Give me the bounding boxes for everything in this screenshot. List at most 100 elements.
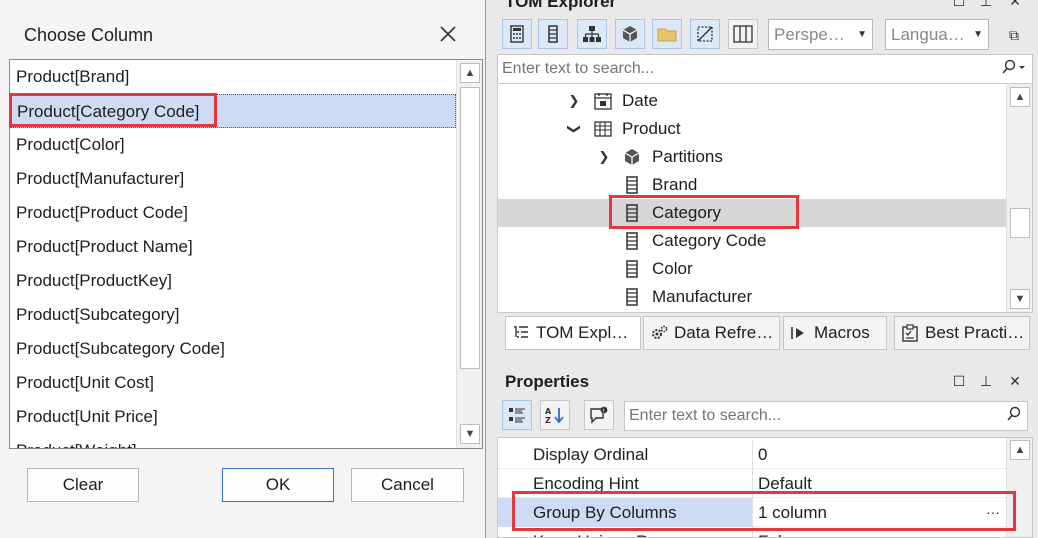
- list-item[interactable]: Product[Weight]: [10, 434, 456, 448]
- properties-search-input[interactable]: [624, 401, 1028, 431]
- hierarchy-icon[interactable]: [577, 19, 607, 49]
- scrollbar-thumb[interactable]: [1010, 208, 1030, 238]
- column-icon: [626, 260, 638, 278]
- column-icon: [626, 232, 638, 250]
- language-dropdown[interactable]: Langua… ▼: [885, 19, 989, 50]
- list-item[interactable]: Product[Unit Price]: [10, 400, 456, 434]
- column-divider: [752, 440, 753, 469]
- tree-scrollbar[interactable]: ▲ ▼: [1006, 84, 1032, 312]
- ellipsis-button[interactable]: ···: [986, 498, 1000, 527]
- tree-node-label: Partitions: [652, 147, 723, 166]
- list-item[interactable]: Product[Subcategory Code]: [10, 332, 456, 366]
- maximize-icon[interactable]: ☐: [950, 372, 968, 390]
- expand-chevron-icon[interactable]: ❯: [567, 87, 581, 115]
- tom-search-input[interactable]: [497, 54, 1033, 84]
- scroll-up-arrow-icon[interactable]: ▲: [1010, 87, 1030, 107]
- description-icon[interactable]: i: [584, 400, 614, 430]
- pin-icon[interactable]: ⊥: [977, 0, 995, 10]
- calendar-table-icon: [594, 93, 612, 110]
- tab-tom-explorer[interactable]: TOM Expl…: [505, 316, 641, 350]
- cancel-button[interactable]: Cancel: [351, 468, 464, 502]
- tab-macros[interactable]: Macros: [783, 316, 887, 350]
- tree-node-product[interactable]: ❯ Product: [498, 115, 1006, 143]
- column-list-scrollbar[interactable]: ▲ ▼: [456, 60, 482, 448]
- ok-button[interactable]: OK: [222, 468, 334, 502]
- property-value[interactable]: 1 column: [758, 498, 827, 527]
- svg-text:Z: Z: [545, 416, 551, 424]
- property-value[interactable]: 0: [758, 440, 767, 469]
- clipboard-icon: [902, 324, 918, 342]
- tree-node-partitions[interactable]: ❯ Partitions: [498, 143, 1006, 171]
- property-row-keep-unique-rows[interactable]: Keep Unique Rows False: [498, 527, 1006, 537]
- properties-grid[interactable]: Display Ordinal 0 Encoding Hint Default …: [497, 437, 1033, 538]
- column-divider: [752, 527, 753, 537]
- expand-chevron-icon[interactable]: ❯: [597, 143, 611, 171]
- tom-explorer-title: TOM Explorer: [505, 0, 617, 11]
- tree-node-category[interactable]: Category: [498, 199, 1006, 227]
- property-row-group-by-columns[interactable]: Group By Columns 1 column ···: [498, 498, 1006, 527]
- window-pages-icon[interactable]: ⧉: [1005, 26, 1023, 44]
- properties-scrollbar[interactable]: ▲: [1006, 438, 1032, 537]
- choose-column-dialog: Choose Column Product[Brand] Product[Cat…: [0, 0, 486, 538]
- list-item[interactable]: Product[Unit Cost]: [10, 366, 456, 400]
- property-value[interactable]: False: [758, 527, 800, 537]
- list-item[interactable]: Product[Manufacturer]: [10, 162, 456, 196]
- tom-search-field[interactable]: [502, 55, 1032, 83]
- table-icon: [594, 121, 612, 137]
- close-icon[interactable]: [436, 22, 460, 46]
- tree-node-date[interactable]: ❯ Date: [498, 87, 1006, 115]
- hidden-objects-icon[interactable]: [690, 19, 720, 49]
- categorized-view-icon[interactable]: [502, 400, 532, 430]
- property-name: Keep Unique Rows: [533, 527, 679, 537]
- dropdown-arrow-icon: ▼: [973, 29, 983, 40]
- tom-tree[interactable]: ❯ Date ❯ Product ❯ Partitions Brand Cate…: [497, 83, 1033, 313]
- columns-layout-icon[interactable]: [728, 19, 758, 49]
- scroll-up-arrow-icon[interactable]: ▲: [1010, 440, 1030, 460]
- collapse-chevron-icon[interactable]: ❯: [560, 122, 588, 136]
- column-divider: [752, 469, 753, 498]
- list-item-selected[interactable]: Product[Category Code]: [10, 94, 456, 128]
- properties-title: Properties: [505, 372, 590, 391]
- pin-icon[interactable]: ⊥: [977, 372, 995, 390]
- list-item[interactable]: Product[Product Code]: [10, 196, 456, 230]
- scroll-down-arrow-icon[interactable]: ▼: [460, 424, 480, 444]
- cube-icon[interactable]: [615, 19, 645, 49]
- scroll-down-arrow-icon[interactable]: ▼: [1010, 289, 1030, 309]
- list-item[interactable]: Product[Brand]: [10, 60, 456, 94]
- list-item[interactable]: Product[ProductKey]: [10, 264, 456, 298]
- column-icon[interactable]: [538, 19, 568, 49]
- column-icon: [626, 176, 638, 194]
- list-item[interactable]: Product[Color]: [10, 128, 456, 162]
- partitions-cube-icon: [624, 149, 640, 165]
- scrollbar-thumb[interactable]: [460, 87, 480, 369]
- maximize-icon[interactable]: ☐: [950, 0, 968, 10]
- tab-label: Macros: [814, 323, 870, 342]
- close-pane-icon[interactable]: ✕: [1006, 372, 1024, 390]
- tree-node-color[interactable]: Color: [498, 255, 1006, 283]
- folder-icon[interactable]: [652, 19, 682, 49]
- tab-data-refresh[interactable]: Data Refre…: [643, 316, 780, 350]
- search-icon[interactable]: [1005, 406, 1023, 434]
- tab-label: TOM Expl…: [536, 323, 629, 342]
- clear-button[interactable]: Clear: [27, 468, 139, 502]
- column-list[interactable]: Product[Brand] Product[Category Code] Pr…: [9, 59, 483, 449]
- tree-icon: [514, 326, 528, 338]
- sort-az-icon[interactable]: AZ: [540, 400, 570, 430]
- property-row-encoding-hint[interactable]: Encoding Hint Default: [498, 469, 1006, 498]
- tree-node-brand[interactable]: Brand: [498, 171, 1006, 199]
- list-item[interactable]: Product[Product Name]: [10, 230, 456, 264]
- macro-play-icon: [791, 327, 804, 339]
- list-item[interactable]: Product[Subcategory]: [10, 298, 456, 332]
- calculator-icon[interactable]: [502, 19, 532, 49]
- tree-node-label: Color: [652, 259, 693, 278]
- property-row-display-ordinal[interactable]: Display Ordinal 0: [498, 440, 1006, 469]
- property-value[interactable]: Default: [758, 469, 812, 498]
- properties-search-field[interactable]: [629, 402, 1027, 430]
- scroll-up-arrow-icon[interactable]: ▲: [460, 63, 480, 83]
- perspective-dropdown[interactable]: Perspe… ▼: [768, 19, 873, 50]
- tab-best-practices[interactable]: Best Practi…: [894, 316, 1030, 350]
- tree-node-manufacturer[interactable]: Manufacturer: [498, 283, 1006, 311]
- tree-node-category-code[interactable]: Category Code: [498, 227, 1006, 255]
- close-pane-icon[interactable]: ✕: [1006, 0, 1024, 10]
- property-name: Group By Columns: [533, 503, 677, 522]
